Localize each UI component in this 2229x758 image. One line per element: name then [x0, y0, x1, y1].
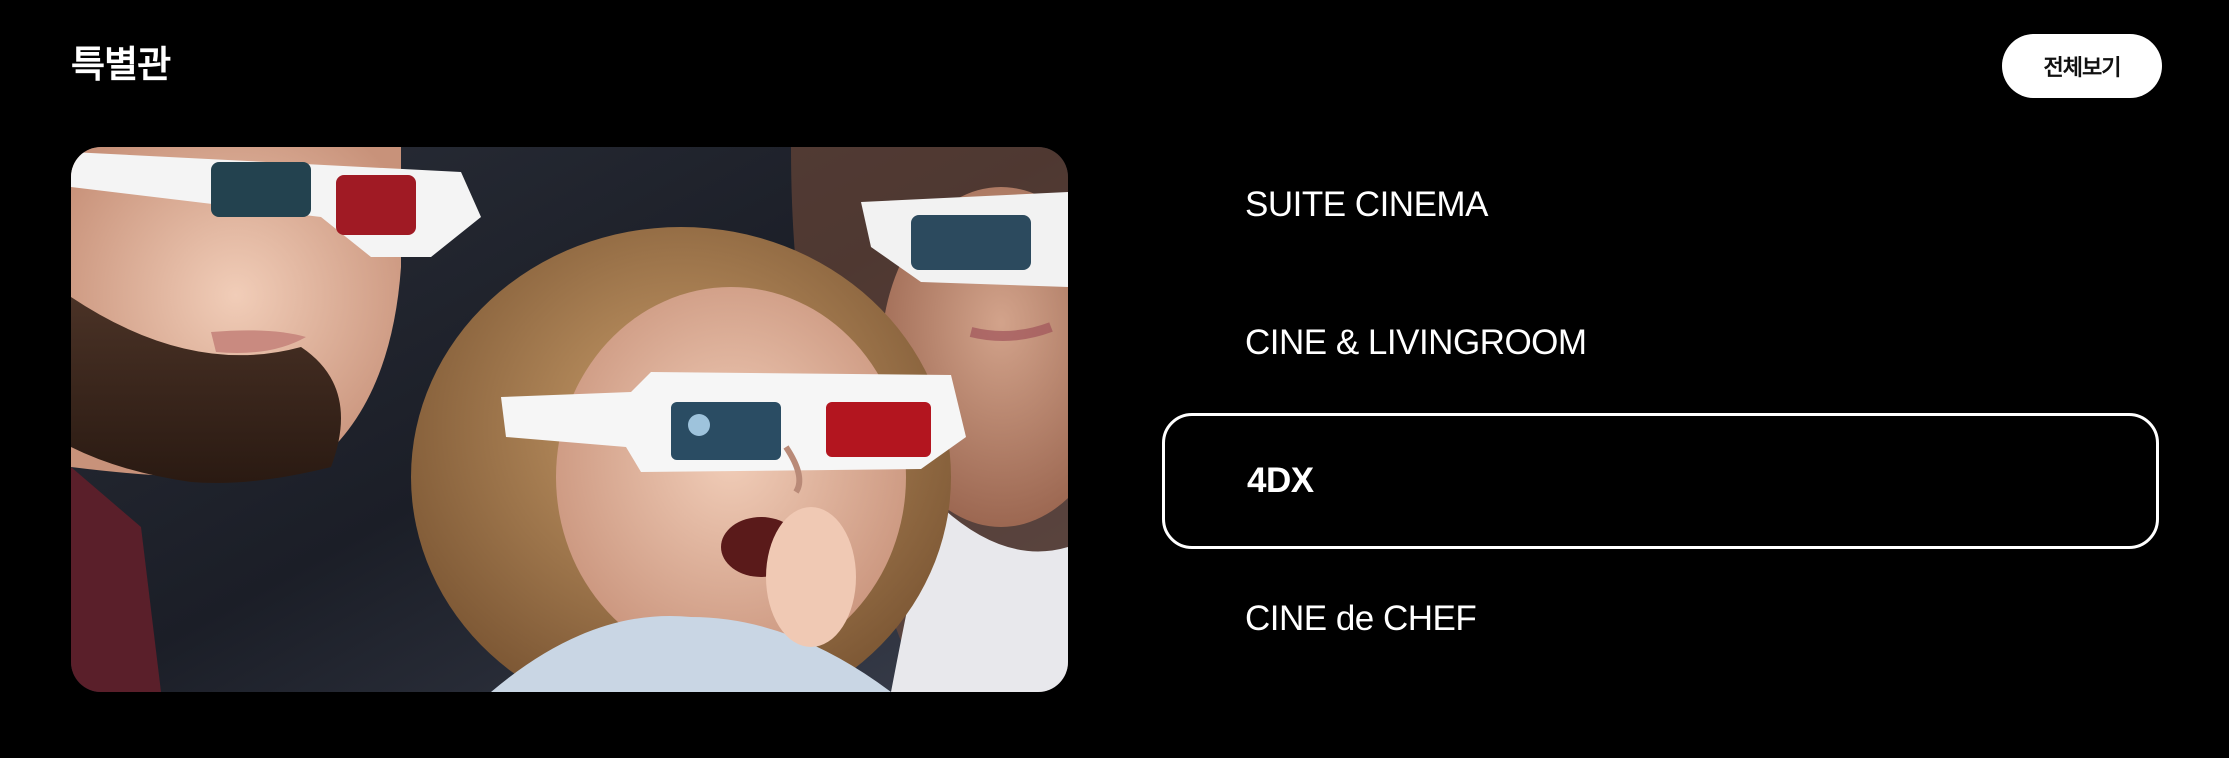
special-hall-list: SUITE CINEMA CINE & LIVINGROOM 4DX CINE de …	[1162, 143, 2159, 689]
hall-item[interactable]: CINE & LIVINGROOM	[1162, 275, 2159, 411]
hero-image[interactable]	[71, 147, 1068, 692]
section-title: 특별관	[71, 43, 171, 86]
view-all-button[interactable]: 전체보기	[2002, 34, 2162, 98]
hall-item[interactable]: CINE de CHEF	[1162, 551, 2159, 687]
hall-item-label: CINE de CHEF	[1245, 599, 1477, 638]
hall-item-label: 4DX	[1247, 461, 1314, 500]
hall-item-label: CINE & LIVINGROOM	[1245, 323, 1587, 362]
hall-item[interactable]: SUITE CINEMA	[1162, 137, 2159, 273]
hall-item[interactable]: 4DX	[1162, 413, 2159, 549]
hall-item-label: SUITE CINEMA	[1245, 185, 1488, 224]
